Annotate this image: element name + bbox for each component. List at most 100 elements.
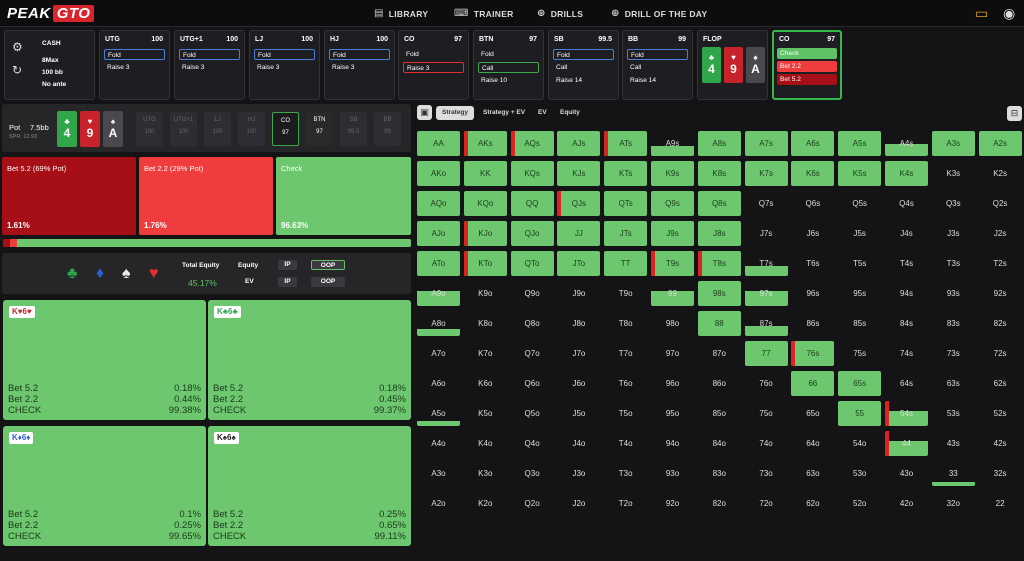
hand-cell[interactable]: T9o bbox=[604, 281, 647, 306]
user-icon[interactable]: ◉ bbox=[1003, 5, 1015, 22]
hand-cell[interactable]: 98s bbox=[697, 281, 741, 306]
position-action[interactable]: Fold bbox=[627, 49, 688, 60]
hand-cell[interactable]: JJ bbox=[557, 221, 601, 246]
hand-cell[interactable]: J2s bbox=[979, 221, 1022, 246]
diamond-filter-icon[interactable]: ♦ bbox=[96, 265, 104, 283]
hand-cell[interactable]: AA bbox=[417, 131, 460, 156]
hand-cell[interactable]: 73s bbox=[932, 341, 975, 366]
hand-cell[interactable]: K6o bbox=[464, 371, 507, 396]
gear-icon[interactable]: ⚙ bbox=[12, 40, 23, 54]
hand-cell[interactable]: J7o bbox=[557, 341, 600, 366]
hand-cell[interactable]: T4o bbox=[604, 431, 647, 456]
spade-filter-icon[interactable]: ♠ bbox=[122, 265, 131, 283]
ev-ip-toggle[interactable]: IP bbox=[278, 277, 297, 287]
hand-cell[interactable]: QJo bbox=[510, 221, 554, 246]
hand-cell[interactable]: A2s bbox=[978, 131, 1022, 156]
hand-cell[interactable]: A9o bbox=[417, 281, 460, 306]
position-action[interactable]: Fold bbox=[478, 49, 539, 60]
hand-cell[interactable]: 77 bbox=[744, 341, 788, 366]
hand-cell[interactable]: J5s bbox=[838, 221, 881, 246]
layout-icon[interactable]: ▣ bbox=[417, 105, 432, 120]
hand-cell[interactable]: J4s bbox=[885, 221, 928, 246]
hand-cell[interactable]: J4o bbox=[557, 431, 600, 456]
club-filter-icon[interactable]: ♣ bbox=[67, 265, 78, 283]
hand-cell[interactable]: 32s bbox=[979, 461, 1022, 486]
flop-box[interactable]: FLOP ♣ 4 ♥ 9 ♠ A bbox=[697, 30, 768, 100]
hand-cell[interactable]: KTs bbox=[604, 161, 648, 186]
hand-cell[interactable]: 95s bbox=[838, 281, 881, 306]
hand-cell[interactable]: AJs bbox=[557, 131, 601, 156]
tab-strategy[interactable]: Strategy bbox=[436, 106, 475, 120]
hand-cell[interactable]: K6s bbox=[791, 161, 835, 186]
hand-cell[interactable]: 63o bbox=[791, 461, 834, 486]
hand-cell[interactable]: AQo bbox=[417, 191, 460, 216]
hand-cell[interactable]: 74o bbox=[745, 431, 788, 456]
hand-cell[interactable]: 84o bbox=[698, 431, 741, 456]
position-action[interactable]: Raise 3 bbox=[179, 62, 240, 73]
hand-cell[interactable]: Q6s bbox=[791, 191, 834, 216]
hand-cell[interactable]: Q9s bbox=[651, 191, 694, 216]
hand-cell[interactable]: T7o bbox=[604, 341, 647, 366]
hand-cell[interactable]: A4s bbox=[885, 131, 928, 156]
seat-lj[interactable]: LJ 100 bbox=[204, 112, 231, 146]
hand-cell[interactable]: 43s bbox=[932, 431, 975, 456]
hand-cell[interactable]: T9s bbox=[651, 251, 694, 276]
combo-card[interactable]: K♥6♥ Bet 5.2 0.18% Bet 2.2 0.44% CHECK 99.38% bbox=[3, 300, 206, 420]
hand-cell[interactable]: J3o bbox=[557, 461, 600, 486]
nav-trainer[interactable]: ⌨ TRAINER bbox=[454, 8, 514, 19]
hand-cell[interactable]: T7s bbox=[744, 251, 788, 276]
hand-cell[interactable]: 62o bbox=[791, 491, 834, 516]
seat-hj[interactable]: HJ 100 bbox=[238, 112, 265, 146]
hand-cell[interactable]: Q3s bbox=[932, 191, 975, 216]
hand-cell[interactable]: 43o bbox=[885, 461, 928, 486]
hand-cell[interactable]: JTo bbox=[557, 251, 601, 276]
hand-cell[interactable]: K4o bbox=[464, 431, 507, 456]
hand-cell[interactable]: A6s bbox=[791, 131, 835, 156]
hand-cell[interactable]: JTs bbox=[604, 221, 648, 246]
hand-cell[interactable]: KTo bbox=[463, 251, 507, 276]
hand-cell[interactable]: 75o bbox=[745, 401, 788, 426]
hand-cell[interactable]: 53o bbox=[838, 461, 881, 486]
hand-cell[interactable]: 76o bbox=[745, 371, 788, 396]
hand-cell[interactable]: 72s bbox=[979, 341, 1022, 366]
hand-cell[interactable]: J3s bbox=[932, 221, 975, 246]
hand-cell[interactable]: K2s bbox=[979, 161, 1022, 186]
hand-cell[interactable]: 82o bbox=[698, 491, 741, 516]
hand-cell[interactable]: KQo bbox=[463, 191, 507, 216]
hand-cell[interactable]: K2o bbox=[464, 491, 507, 516]
hand-cell[interactable]: AKo bbox=[417, 161, 460, 186]
position-box-lj[interactable]: LJ 100 Fold Raise 3 bbox=[249, 30, 320, 100]
hand-cell[interactable]: KK bbox=[463, 161, 507, 186]
hand-cell[interactable]: J8s bbox=[697, 221, 741, 246]
hand-cell[interactable]: 92s bbox=[979, 281, 1022, 306]
hand-cell[interactable]: K7s bbox=[744, 161, 788, 186]
hand-cell[interactable]: 65o bbox=[791, 401, 834, 426]
seat-co[interactable]: CO 97 bbox=[272, 112, 299, 146]
hand-cell[interactable]: K9s bbox=[651, 161, 694, 186]
hand-cell[interactable]: 84s bbox=[885, 311, 928, 336]
position-action[interactable]: Raise 3 bbox=[254, 62, 315, 73]
settings-toggle-icon[interactable]: ⊟ bbox=[1007, 106, 1022, 121]
option-bet-2-2[interactable]: Bet 2.2 bbox=[777, 61, 837, 72]
position-action[interactable]: Raise 10 bbox=[478, 75, 539, 86]
position-action[interactable]: Raise 14 bbox=[627, 75, 688, 86]
hand-cell[interactable]: T3s bbox=[932, 251, 975, 276]
current-action-box[interactable]: CO 97 Check Bet 2.2 Bet 5.2 bbox=[772, 30, 842, 100]
hand-cell[interactable]: 73o bbox=[745, 461, 788, 486]
hand-cell[interactable]: A7o bbox=[417, 341, 460, 366]
tab-equity[interactable]: Equity bbox=[554, 106, 586, 120]
hand-cell[interactable]: 64o bbox=[791, 431, 834, 456]
hand-cell[interactable]: Q8s bbox=[697, 191, 741, 216]
hand-cell[interactable]: K5s bbox=[838, 161, 882, 186]
hand-cell[interactable]: 63s bbox=[932, 371, 975, 396]
hand-cell[interactable]: 93s bbox=[932, 281, 975, 306]
equity-oop-toggle[interactable]: OOP bbox=[311, 260, 345, 270]
hand-cell[interactable]: 32o bbox=[932, 491, 975, 516]
nav-drills[interactable]: ⊕ DRILLS bbox=[537, 8, 583, 19]
hand-cell[interactable]: T2o bbox=[604, 491, 647, 516]
hand-cell[interactable]: K5o bbox=[464, 401, 507, 426]
tab-strategy-ev[interactable]: Strategy + EV bbox=[477, 106, 531, 120]
hand-cell[interactable]: 94s bbox=[885, 281, 928, 306]
hand-cell[interactable]: T8s bbox=[697, 251, 741, 276]
hand-cell[interactable]: 96s bbox=[791, 281, 834, 306]
